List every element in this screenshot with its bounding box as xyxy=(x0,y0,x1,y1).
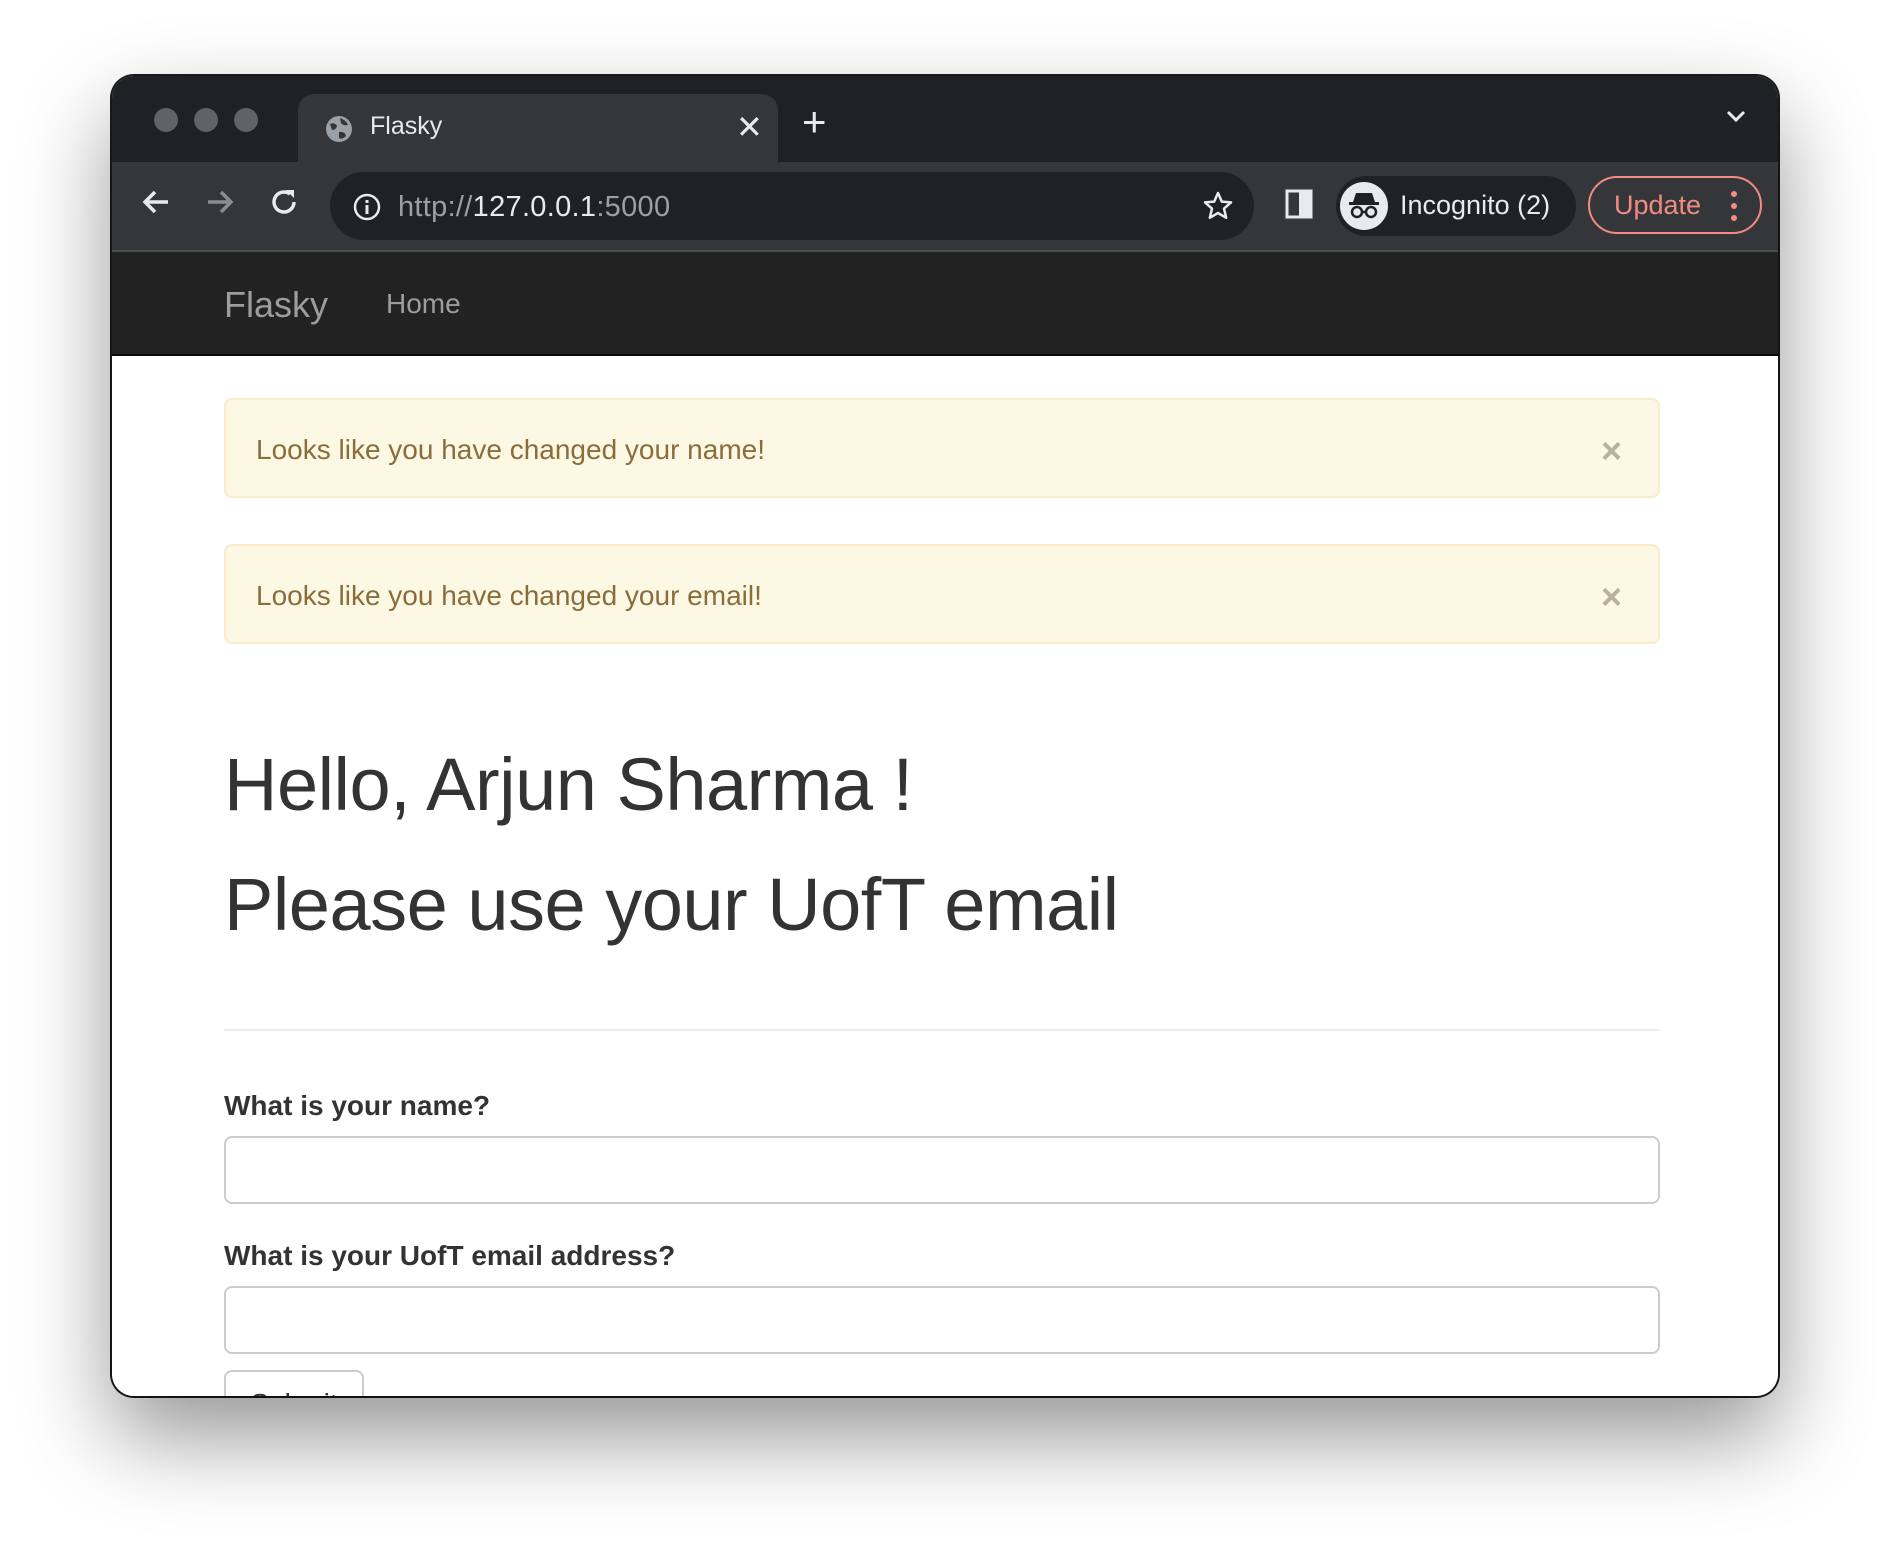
divider xyxy=(224,1029,1660,1031)
nav-link-home[interactable]: Home xyxy=(386,288,461,320)
email-input[interactable] xyxy=(224,1286,1660,1354)
alert-warning: Looks like you have changed your name! × xyxy=(224,398,1660,498)
uoft-email-heading: Please use your UofT email xyxy=(224,863,1119,946)
url-port: :5000 xyxy=(596,191,671,223)
tab-flasky[interactable]: Flasky ✕ xyxy=(298,94,778,162)
browser-window: Flasky ✕ + http://127.0.0.1:5000 Incogni… xyxy=(112,76,1778,1396)
close-window-button[interactable] xyxy=(154,108,178,132)
address-bar[interactable]: http://127.0.0.1:5000 xyxy=(330,172,1254,240)
incognito-icon xyxy=(1340,182,1388,230)
url-scheme: http:// xyxy=(398,191,473,223)
close-icon[interactable]: × xyxy=(1601,576,1622,618)
email-label: What is your UofT email address? xyxy=(224,1240,676,1271)
name-label: What is your name? xyxy=(224,1090,491,1121)
bookmark-star-icon[interactable] xyxy=(1202,190,1234,227)
alert-message: Looks like you have changed your name! xyxy=(256,434,765,465)
minimize-window-button[interactable] xyxy=(194,108,218,132)
side-panel-icon[interactable] xyxy=(1284,188,1314,225)
incognito-profile-button[interactable]: Incognito (2) xyxy=(1336,176,1576,236)
submit-button[interactable]: Submit xyxy=(224,1370,364,1396)
update-label: Update xyxy=(1614,190,1702,220)
zoom-window-button[interactable] xyxy=(234,108,258,132)
forward-arrow-icon[interactable] xyxy=(202,184,238,225)
navbar-brand[interactable]: Flasky xyxy=(224,284,328,326)
name-input[interactable] xyxy=(224,1136,1660,1204)
alert-message: Looks like you have changed your email! xyxy=(256,580,762,611)
url-host: 127.0.0.1 xyxy=(472,191,597,223)
globe-icon xyxy=(324,114,354,149)
tab-title: Flasky xyxy=(370,112,443,140)
alert-warning: Looks like you have changed your email! … xyxy=(224,544,1660,644)
more-vert-icon[interactable] xyxy=(1730,190,1738,227)
tab-strip: Flasky ✕ + xyxy=(112,76,1778,162)
site-info-icon[interactable] xyxy=(352,192,382,227)
close-tab-icon[interactable]: ✕ xyxy=(736,108,763,146)
new-tab-icon[interactable]: + xyxy=(802,98,827,146)
incognito-label: Incognito (2) xyxy=(1400,190,1551,220)
page-content: Flasky Home Looks like you have changed … xyxy=(112,252,1778,1396)
back-arrow-icon[interactable] xyxy=(138,184,174,225)
site-navbar: Flasky Home xyxy=(112,252,1778,356)
greeting-heading: Hello, Arjun Sharma ! xyxy=(224,743,913,826)
update-button[interactable]: Update xyxy=(1588,176,1762,234)
reload-icon[interactable] xyxy=(266,184,302,225)
close-icon[interactable]: × xyxy=(1601,430,1622,472)
chevron-down-icon[interactable] xyxy=(1724,104,1748,133)
browser-toolbar: http://127.0.0.1:5000 Incognito (2) Upda… xyxy=(112,162,1778,250)
url-text: http://127.0.0.1:5000 xyxy=(398,191,670,224)
